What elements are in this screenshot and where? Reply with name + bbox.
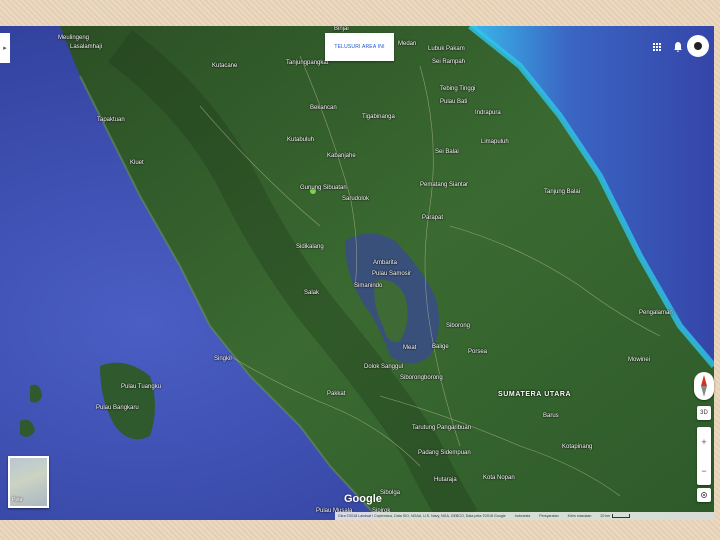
view-3d-button[interactable]: 3D (697, 406, 711, 420)
place-label: Sei Rampah (432, 59, 466, 65)
place-label: Pulau Bangkaru (96, 405, 139, 411)
region-label: SUMATERA UTARA (498, 391, 572, 398)
place-label: Lubuk Pakam (428, 46, 465, 52)
place-label: Singkil (214, 356, 232, 362)
compass-icon[interactable] (694, 372, 714, 400)
google-logo: Google (344, 493, 382, 505)
apps-icon[interactable] (650, 40, 664, 54)
bell-icon[interactable] (671, 40, 685, 54)
place-label: Binjai (334, 26, 349, 32)
place-label: Parapat (422, 215, 444, 221)
place-label: Tanjungpangkat (286, 60, 329, 66)
place-label: Gunung Sibuatan (300, 185, 347, 191)
place-label: Meat (403, 345, 417, 351)
place-label: Tebing Tinggi (440, 86, 476, 92)
zoom-controls: + − (697, 427, 711, 485)
place-label: Sidikalang (296, 244, 324, 250)
attribution-bar: Citra ©2018 Landsat / Copernicus, Data S… (335, 512, 714, 520)
search-this-area-button[interactable]: TELUSURI AREA INI (325, 33, 394, 61)
terms-link[interactable]: Persyaratan (539, 514, 558, 518)
zoom-out-button[interactable]: − (697, 456, 711, 485)
place-label: Kabanjahe (327, 153, 356, 159)
place-label: Bekancan (310, 105, 337, 111)
slide-frame: Meulingeng Lasalamhaji Kutacane Tanjungp… (0, 0, 720, 540)
place-label: Limapuluh (481, 139, 509, 145)
map-imagery (0, 26, 714, 520)
scale-bar[interactable]: 20 km (600, 514, 631, 518)
place-label: Medan (398, 41, 417, 47)
place-label: Sibolga (380, 490, 401, 496)
country-link[interactable]: Indonesia (515, 514, 531, 518)
place-label: Barus (543, 413, 559, 419)
place-label: Padang Sidempuan (418, 450, 471, 456)
scale-label: 20 km (600, 514, 611, 518)
map-type-thumbnail[interactable]: Peta (8, 456, 49, 508)
place-label: Pematang Siantar (420, 182, 469, 188)
place-label: Pulau Samosir (372, 271, 412, 277)
search-this-area-label: TELUSURI AREA INI (334, 44, 385, 50)
place-label: Siborong (446, 323, 471, 329)
place-label: Porsea (468, 349, 488, 355)
place-label: Ambarita (373, 260, 398, 266)
place-label: Simanindo (354, 283, 383, 289)
map-type-label: Peta (12, 497, 23, 503)
place-label: Tanjung Balai (544, 189, 581, 195)
place-label: Mowinei (628, 357, 651, 363)
place-label: Salak (304, 290, 320, 296)
place-label: Tapaktuan (97, 117, 125, 123)
place-label: Kluet (130, 160, 144, 166)
side-panel-toggle[interactable]: ▸ (0, 33, 10, 63)
place-label: Siborongborong (400, 375, 443, 381)
place-label: Meulingeng (58, 35, 90, 41)
place-label: Kota Nopan (483, 475, 515, 481)
place-label: Kutacane (212, 63, 238, 69)
location-icon[interactable] (697, 488, 711, 502)
place-label: Sarudolok (342, 196, 370, 202)
account-avatar[interactable] (687, 35, 709, 57)
place-label: Pulau Bati (440, 99, 468, 105)
place-label: Kotapinang (562, 444, 593, 450)
place-label: Kutabuluh (287, 137, 315, 143)
place-label: Pengalaman (639, 310, 673, 316)
place-label: Pakkat (327, 391, 346, 397)
place-label: Dolok Sanggul (364, 364, 404, 370)
zoom-in-button[interactable]: + (697, 427, 711, 456)
place-label: Sei Balai (435, 149, 459, 155)
place-label: Lasalamhaji (70, 44, 103, 50)
place-label: Tarutung Pangaribuan (412, 425, 472, 431)
place-label: Balige (432, 344, 449, 350)
place-label: Pulau Tuangku (121, 384, 162, 390)
attribution-text: Citra ©2018 Landsat / Copernicus, Data S… (338, 514, 506, 518)
place-label: Indrapura (475, 110, 501, 116)
satellite-map[interactable]: Meulingeng Lasalamhaji Kutacane Tanjungp… (0, 26, 714, 520)
place-label: Hutaraja (434, 477, 457, 483)
feedback-link[interactable]: Kirim masukan (568, 514, 592, 518)
scale-line (612, 514, 631, 518)
place-label: Tigabinanga (362, 114, 395, 120)
